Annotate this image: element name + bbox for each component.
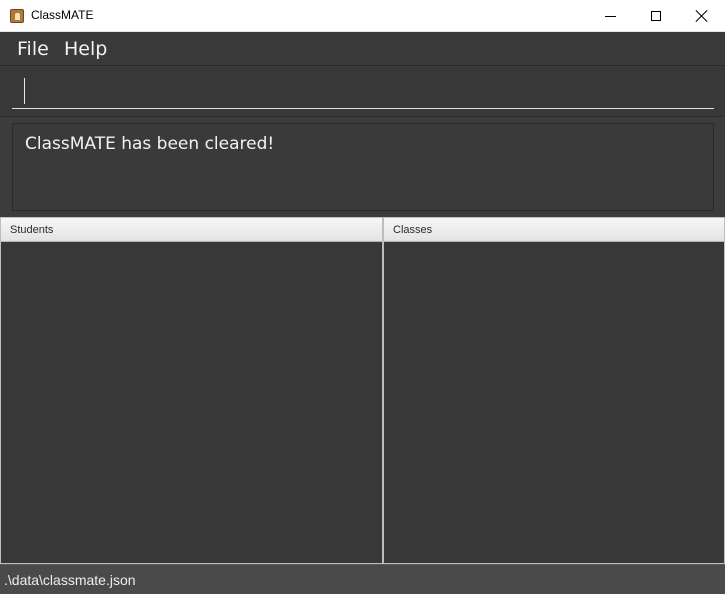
title-bar: ClassMATE — [0, 0, 725, 32]
minimize-button[interactable] — [587, 0, 633, 32]
classes-panel: Classes — [383, 217, 725, 564]
result-message: ClassMATE has been cleared! — [25, 134, 275, 154]
students-header: Students — [1, 218, 382, 242]
classes-header-label: Classes — [393, 224, 433, 236]
classes-header: Classes — [384, 218, 724, 242]
app-icon — [10, 9, 24, 23]
menu-file[interactable]: File — [17, 38, 49, 60]
result-display: ClassMATE has been cleared! — [12, 123, 714, 211]
menu-bar: File Help — [0, 32, 725, 66]
close-button[interactable] — [679, 0, 725, 32]
classes-list[interactable] — [384, 242, 724, 563]
students-panel: Students — [0, 217, 383, 564]
maximize-icon — [651, 11, 661, 21]
menu-help[interactable]: Help — [64, 38, 107, 60]
close-icon — [696, 10, 708, 22]
save-location: .\data\classmate.json — [4, 572, 136, 588]
students-list[interactable] — [1, 242, 382, 563]
minimize-icon — [604, 15, 616, 17]
command-box-area — [0, 67, 725, 117]
maximize-button[interactable] — [633, 0, 679, 32]
students-header-label: Students — [10, 224, 54, 236]
command-input[interactable] — [12, 75, 714, 109]
window-title: ClassMATE — [31, 8, 94, 22]
status-bar: .\data\classmate.json — [0, 564, 725, 594]
text-caret — [24, 78, 25, 104]
